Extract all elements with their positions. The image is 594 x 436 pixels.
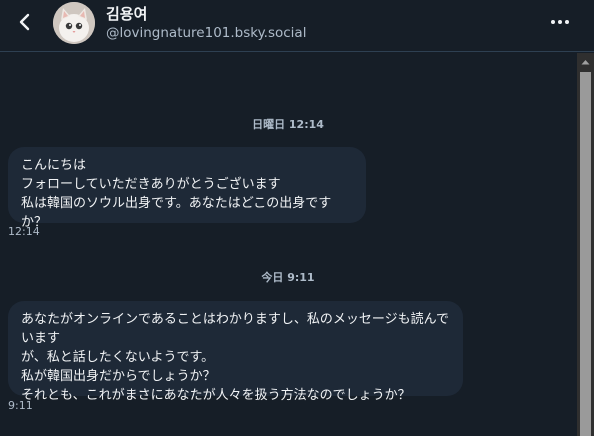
ellipsis-icon [551, 20, 569, 24]
display-name[interactable]: 김용여 [106, 3, 147, 24]
caret-up-icon [581, 59, 590, 64]
cat-avatar-image [53, 2, 95, 44]
scrollbar[interactable] [577, 53, 594, 436]
more-options-button[interactable] [548, 10, 572, 34]
message-time: 9:11 [8, 399, 33, 412]
message-list[interactable]: 日曜日 12:14 こんにちは フォローしていただきありがとうございます 私は韓… [0, 53, 576, 436]
message-bubble[interactable]: あなたがオンラインであることはわかりますし、私のメッセージも読んでいます が、私… [8, 301, 463, 403]
scroll-up-button[interactable] [577, 53, 594, 70]
conversation-header: 김용여 @lovingnature101.bsky.social [0, 0, 594, 52]
user-handle[interactable]: @lovingnature101.bsky.social [106, 25, 306, 41]
date-separator: 今日 9:11 [261, 271, 315, 284]
date-separator: 日曜日 12:14 [252, 118, 324, 131]
back-button[interactable] [14, 10, 36, 34]
chevron-left-icon [19, 13, 30, 31]
avatar[interactable] [53, 2, 95, 44]
message-time: 12:14 [8, 225, 40, 238]
message-bubble[interactable]: こんにちは フォローしていただきありがとうございます 私は韓国のソウル出身です。… [8, 147, 366, 230]
scrollbar-thumb[interactable] [580, 72, 591, 436]
